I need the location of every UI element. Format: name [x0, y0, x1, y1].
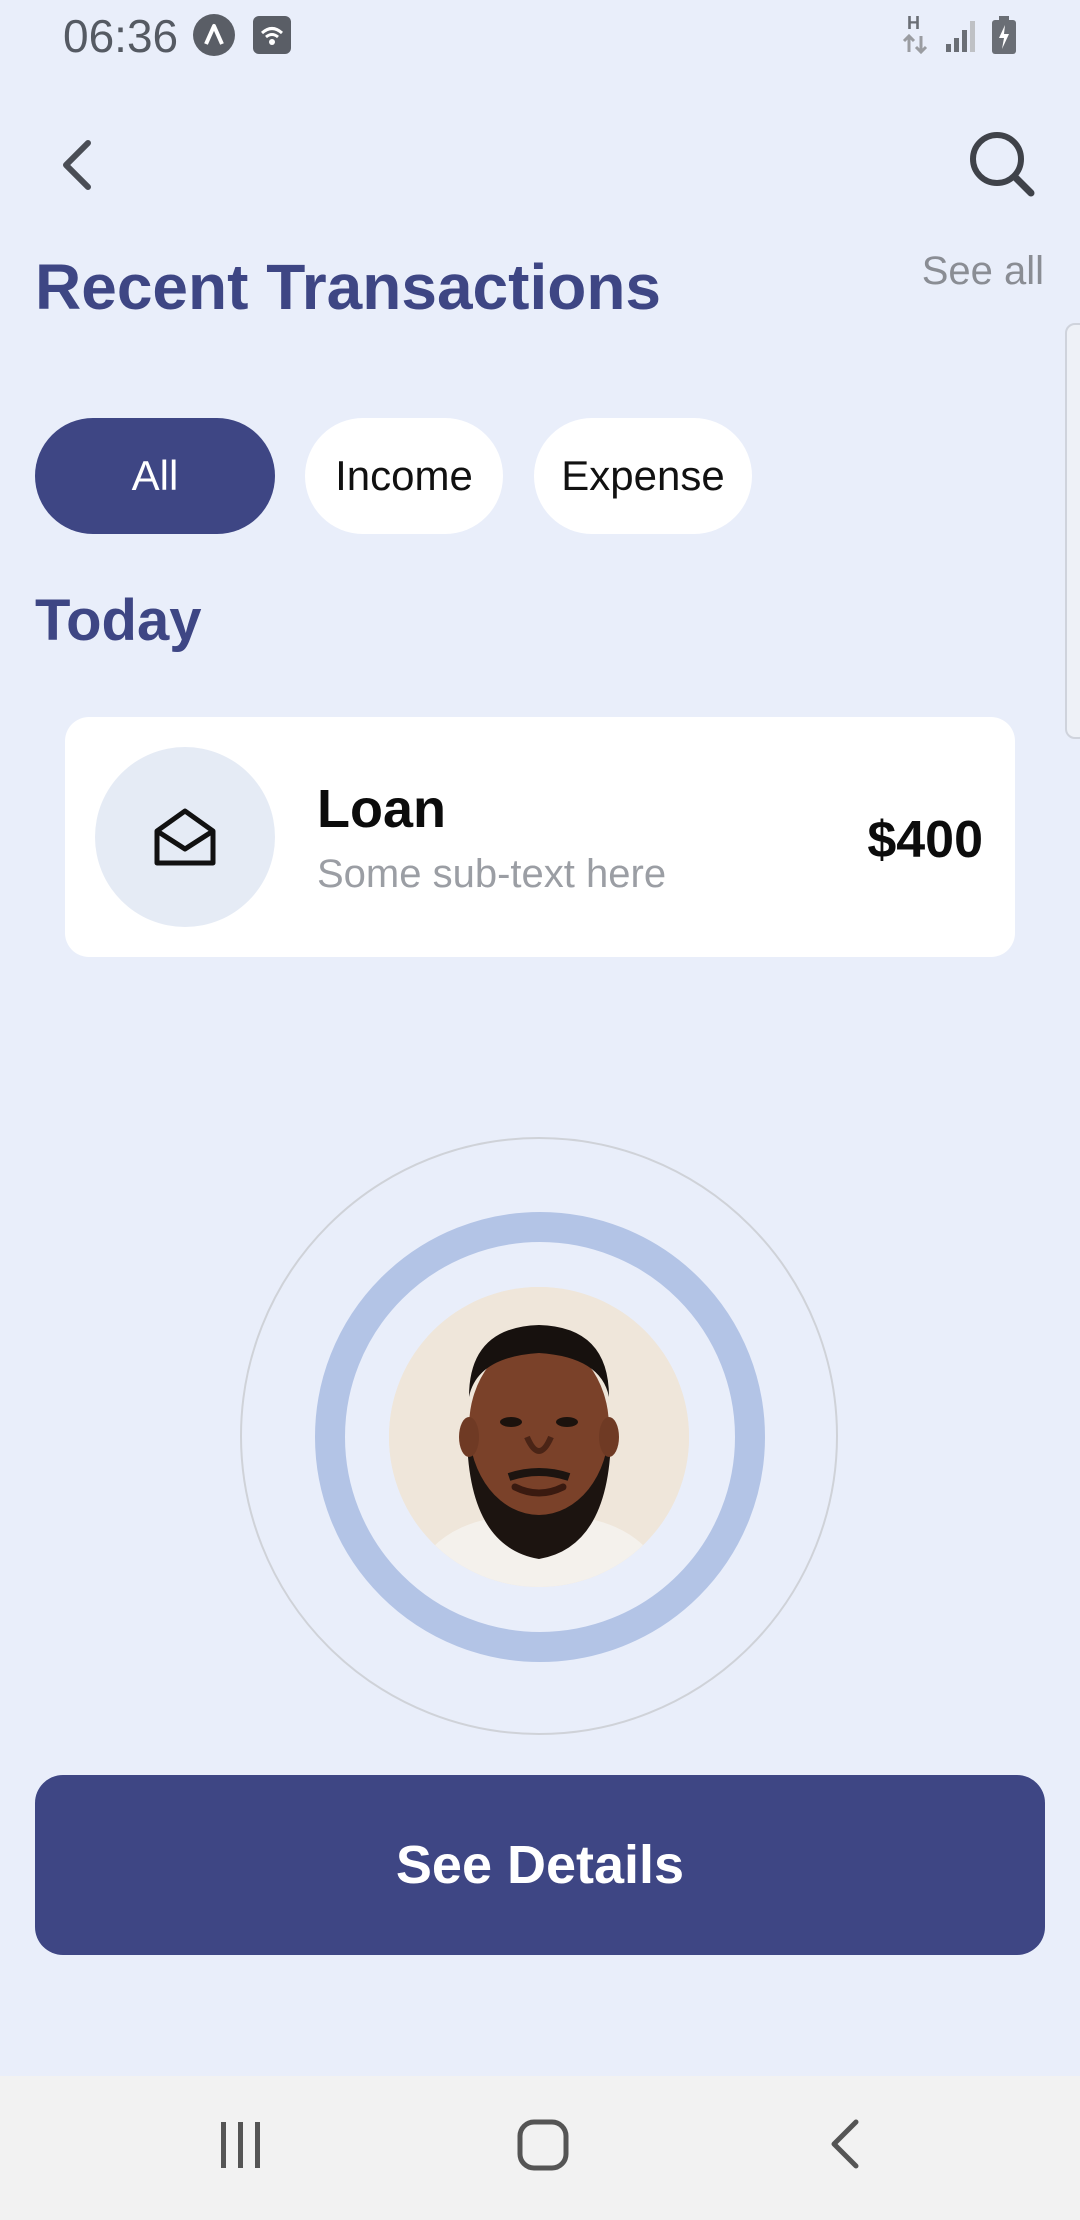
page-title: Recent Transactions [35, 251, 661, 323]
back-button[interactable] [40, 120, 112, 210]
search-icon [970, 132, 1035, 197]
status-time: 06:36 [63, 10, 179, 62]
filter-chip-expense[interactable]: Expense [534, 418, 752, 534]
app-notification-icon [193, 14, 235, 56]
transaction-title: Loan [317, 779, 446, 839]
wifi-notification-icon [253, 16, 291, 54]
recent-apps-button[interactable] [216, 2118, 266, 2172]
battery-icon [990, 16, 1018, 56]
network-type-label: H [907, 13, 920, 33]
scrollbar[interactable] [1065, 323, 1080, 739]
recent-apps-icon [221, 2122, 260, 2168]
avatar[interactable] [389, 1287, 689, 1587]
avatar-photo [389, 1287, 689, 1587]
filter-chip-all[interactable]: All [35, 418, 275, 534]
see-details-button[interactable]: See Details [35, 1775, 1045, 1955]
back-icon [831, 2119, 859, 2169]
signal-icon [944, 18, 980, 54]
home-button[interactable] [516, 2118, 570, 2172]
transaction-amount: $400 [867, 811, 983, 869]
section-heading-today: Today [35, 588, 202, 653]
mobile-data-icon: H [900, 12, 930, 56]
envelope-open-icon [154, 808, 216, 866]
transaction-icon-circle [95, 747, 275, 927]
chevron-left-icon [63, 140, 91, 190]
transaction-card[interactable]: Loan Some sub-text here $400 [65, 717, 1015, 957]
see-all-link[interactable]: See all [922, 246, 1044, 296]
transaction-subtitle: Some sub-text here [317, 852, 667, 896]
nav-back-button[interactable] [820, 2116, 870, 2172]
filter-chip-income[interactable]: Income [305, 418, 503, 534]
home-icon [517, 2119, 569, 2171]
search-button[interactable] [960, 122, 1044, 206]
